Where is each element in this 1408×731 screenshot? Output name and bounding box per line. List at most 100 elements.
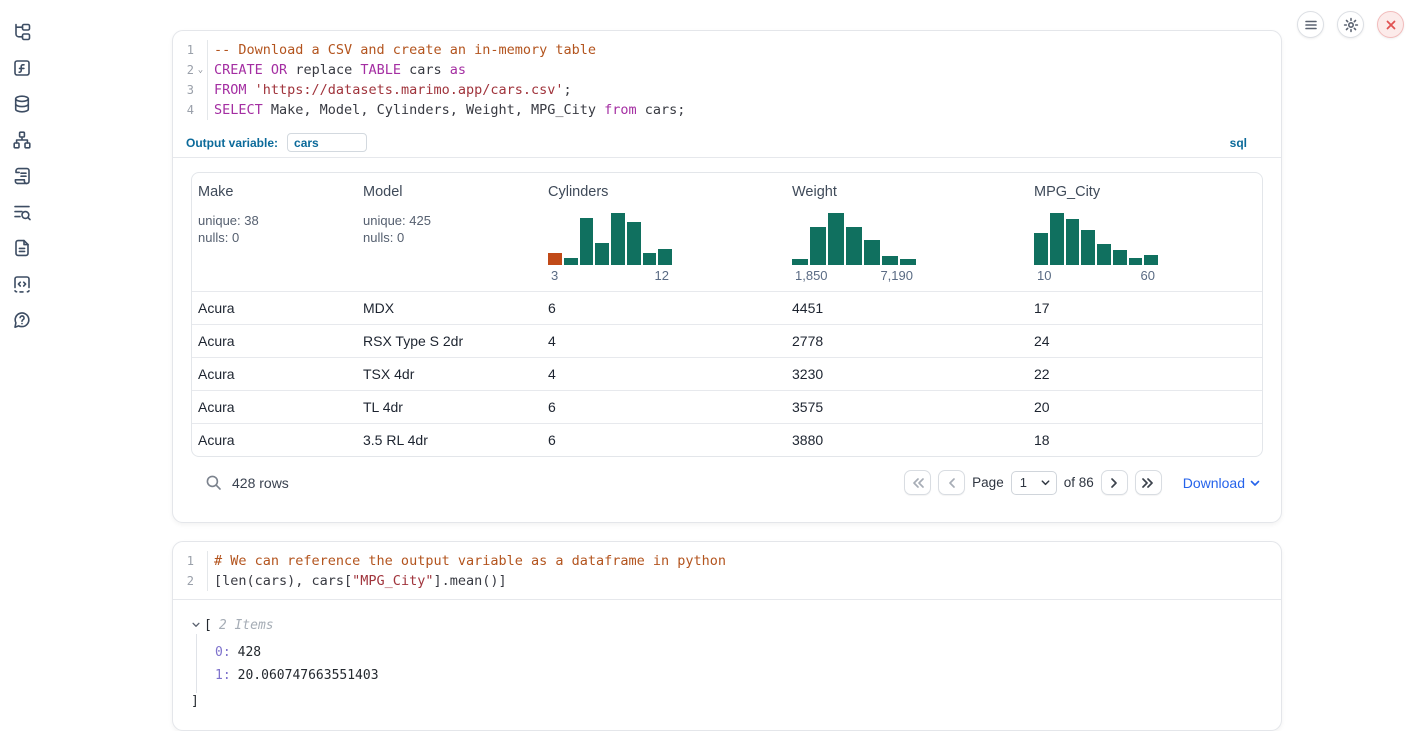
column-stats: unique: 425nulls: 0 (363, 213, 534, 246)
tree-collapse-toggle[interactable] (191, 620, 201, 630)
column-header-model[interactable]: Model unique: 425nulls: 0 (357, 173, 542, 291)
code-line[interactable]: 4SELECT Make, Model, Cylinders, Weight, … (173, 100, 1281, 120)
column-title: MPG_City (1034, 184, 1254, 200)
next-page-button[interactable] (1101, 470, 1128, 495)
language-badge[interactable]: sql (1230, 136, 1247, 150)
line-number: 2 (173, 571, 208, 591)
table-cell: 2778 (786, 333, 1028, 349)
list-items-count: 2 Items (219, 618, 274, 633)
list-entry: 1:20.060747663551403 (215, 668, 1263, 685)
histogram-bar (643, 253, 657, 265)
search-button[interactable] (205, 474, 222, 491)
page-select[interactable]: 1 (1011, 471, 1057, 495)
table-cell: 3880 (786, 432, 1028, 448)
variables-icon[interactable] (12, 58, 32, 78)
code-line[interactable]: 2⌄CREATE OR replace TABLE cars as (173, 60, 1281, 80)
first-page-button[interactable] (904, 470, 931, 495)
column-header-weight[interactable]: Weight1,8507,190 (786, 173, 1028, 291)
chevron-right-icon (1108, 477, 1120, 489)
code-line[interactable]: 1-- Download a CSV and create an in-memo… (173, 40, 1281, 60)
table-row[interactable]: AcuraTSX 4dr4323022 (192, 357, 1262, 390)
sql-cell: 1-- Download a CSV and create an in-memo… (172, 30, 1282, 523)
code-line[interactable]: 3FROM 'https://datasets.marimo.app/cars.… (173, 80, 1281, 100)
table-header-row: Makeunique: 38nulls: 0 Model unique: 425nu… (192, 173, 1262, 291)
fold-indicator-icon[interactable]: ⌄ (194, 65, 207, 75)
table-row[interactable]: AcuraMDX6445117 (192, 291, 1262, 324)
line-number: 1 (173, 40, 208, 60)
output-variable-input[interactable] (287, 133, 367, 152)
histogram-bar (611, 213, 625, 265)
column-header-mpg_city[interactable]: MPG_City 1060 (1028, 173, 1262, 291)
table-body: AcuraMDX6445117AcuraRSX Type S 2dr427782… (192, 291, 1262, 456)
python-code-editor[interactable]: 1# We can reference the output variable … (173, 542, 1281, 599)
page-label: Page (972, 475, 1004, 490)
column-stats: unique: 38nulls: 0 (198, 213, 349, 246)
logs-search-icon[interactable] (12, 202, 32, 222)
list-entries: 0:4281:20.060747663551403 (196, 634, 1263, 693)
histogram-bar (1034, 233, 1048, 265)
line-number: 1 (173, 551, 208, 571)
table-cell: 6 (542, 432, 786, 448)
snippets-icon[interactable] (12, 274, 32, 294)
shutdown-button[interactable] (1377, 11, 1404, 38)
list-close-bracket: ] (191, 693, 1263, 710)
table-row[interactable]: Acura3.5 RL 4dr6388018 (192, 423, 1262, 456)
table-cell: Acura (192, 333, 357, 349)
histogram-bar (828, 213, 844, 265)
code-line[interactable]: 2[len(cars), cars["MPG_City"].mean()] (173, 571, 1281, 591)
help-icon[interactable] (12, 310, 32, 330)
dependency-graph-icon[interactable] (12, 130, 32, 150)
histogram-bar (1144, 255, 1158, 265)
histogram-bar (580, 218, 594, 265)
chevron-down-icon (1040, 477, 1051, 488)
histogram-cylinders: 312 (548, 213, 672, 283)
output-variable-label: Output variable: (186, 136, 278, 150)
line-number: 3 (173, 80, 208, 100)
table-cell: Acura (192, 399, 357, 415)
histogram-axis: 1,8507,190 (792, 265, 916, 283)
code-line[interactable]: 1# We can reference the output variable … (173, 551, 1281, 571)
table-cell: 6 (542, 399, 786, 415)
table-cell: 3.5 RL 4dr (357, 432, 542, 448)
scratchpad-icon[interactable] (12, 166, 32, 186)
notebook-actions (1297, 11, 1404, 38)
gear-icon (1343, 17, 1359, 33)
column-header-make[interactable]: Makeunique: 38nulls: 0 (192, 173, 357, 291)
menu-button[interactable] (1297, 11, 1324, 38)
file-explorer-icon[interactable] (12, 22, 32, 42)
histogram-mpg_city: 1060 (1034, 213, 1158, 283)
python-cell-output: [ 2 Items 0:4281:20.060747663551403 ] (173, 600, 1281, 730)
list-open-bracket: [ (204, 617, 212, 634)
last-page-button[interactable] (1135, 470, 1162, 495)
sql-code-editor[interactable]: 1-- Download a CSV and create an in-memo… (173, 31, 1281, 128)
table-row[interactable]: AcuraRSX Type S 2dr4277824 (192, 324, 1262, 357)
histogram-bar (627, 222, 641, 265)
page-select-value: 1 (1020, 475, 1027, 490)
table-cell: 3575 (786, 399, 1028, 415)
table-row[interactable]: AcuraTL 4dr6357520 (192, 390, 1262, 423)
table-cell: 4 (542, 333, 786, 349)
histogram-weight: 1,8507,190 (792, 213, 916, 283)
menu-icon (1304, 18, 1318, 32)
output-variable-row: Output variable: sql (173, 128, 1281, 158)
download-button[interactable]: Download (1183, 475, 1261, 491)
datasources-icon[interactable] (12, 94, 32, 114)
search-icon (205, 474, 222, 491)
entry-value: 428 (238, 645, 261, 662)
data-table: Makeunique: 38nulls: 0 Model unique: 425nu… (191, 172, 1263, 457)
previous-page-button[interactable] (938, 470, 965, 495)
table-cell: 4451 (786, 300, 1028, 316)
histogram-bar (810, 227, 826, 265)
histogram-bar (792, 259, 808, 265)
line-number: 2⌄ (173, 60, 208, 80)
histogram-bar (1081, 230, 1095, 265)
documentation-icon[interactable] (12, 238, 32, 258)
column-header-cylinders[interactable]: Cylinders312 (542, 173, 786, 291)
settings-button[interactable] (1337, 11, 1364, 38)
entry-index: 1: (215, 668, 231, 685)
histogram-bar (548, 253, 562, 265)
column-title: Model (363, 184, 534, 200)
table-cell: 24 (1028, 333, 1262, 349)
line-number: 4 (173, 100, 208, 120)
notebook: 1-- Download a CSV and create an in-memo… (172, 30, 1282, 731)
